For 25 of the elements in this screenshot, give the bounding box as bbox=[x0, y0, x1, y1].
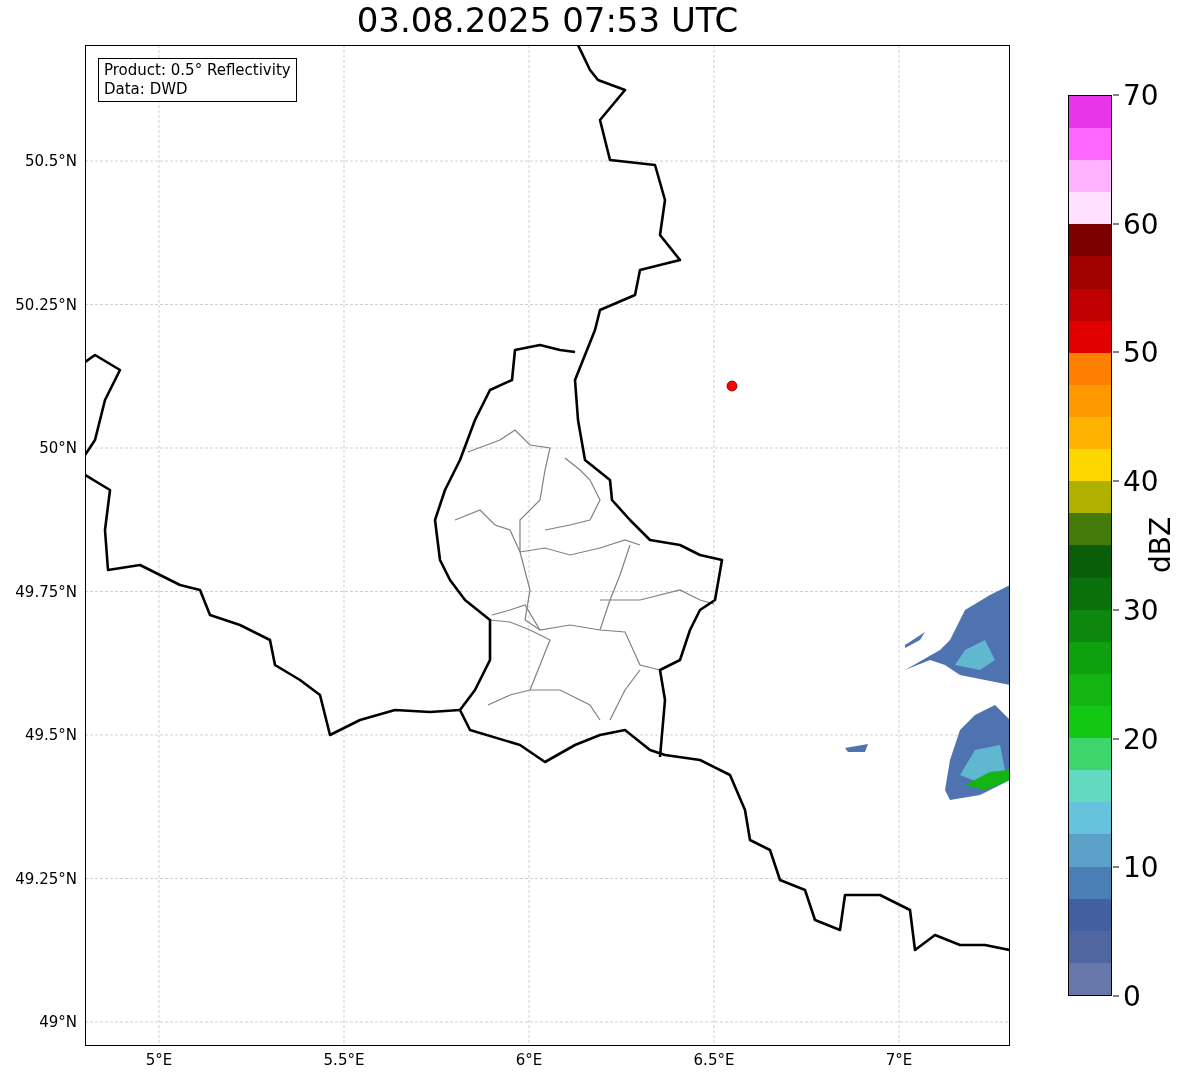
radar-site-marker bbox=[726, 380, 738, 392]
longitude-label: 5°E bbox=[145, 1051, 173, 1069]
colorbar-tick-label: 30 bbox=[1123, 593, 1159, 627]
latitude-label: 50.5°N bbox=[24, 152, 77, 170]
latitude-label: 49.5°N bbox=[24, 726, 77, 744]
latitude-label: 49.25°N bbox=[15, 869, 77, 888]
latitude-label: 49.75°N bbox=[15, 582, 77, 601]
latitude-label: 50.25°N bbox=[15, 295, 77, 314]
longitude-label: 6°E bbox=[515, 1051, 543, 1069]
colorbar-tick-label: 60 bbox=[1123, 207, 1159, 241]
longitude-label: 7°E bbox=[885, 1051, 913, 1069]
info-text: Data: DWD bbox=[104, 80, 189, 99]
colorbar-tick-label: 10 bbox=[1123, 850, 1159, 884]
info-text: Product: 0.5° Reflectivity bbox=[104, 61, 291, 80]
longitude-label: 6.5°E bbox=[693, 1051, 735, 1069]
latitude-label: 50°N bbox=[39, 439, 77, 457]
colorbar-tick-label: 20 bbox=[1123, 722, 1159, 756]
latitude-label: 49°N bbox=[39, 1013, 77, 1031]
colorbar-tick-label: 50 bbox=[1123, 335, 1159, 369]
colorbar-tick-label: 40 bbox=[1123, 464, 1159, 498]
map-title: 03.08.2025 07:53 UTC bbox=[355, 0, 740, 42]
colorbar-tick-label: 70 bbox=[1123, 78, 1159, 112]
longitude-label: 5.5°E bbox=[323, 1051, 365, 1069]
colorbar-tick-label: 0 bbox=[1123, 979, 1141, 1013]
colorbar-label: dBZ bbox=[1143, 516, 1177, 574]
